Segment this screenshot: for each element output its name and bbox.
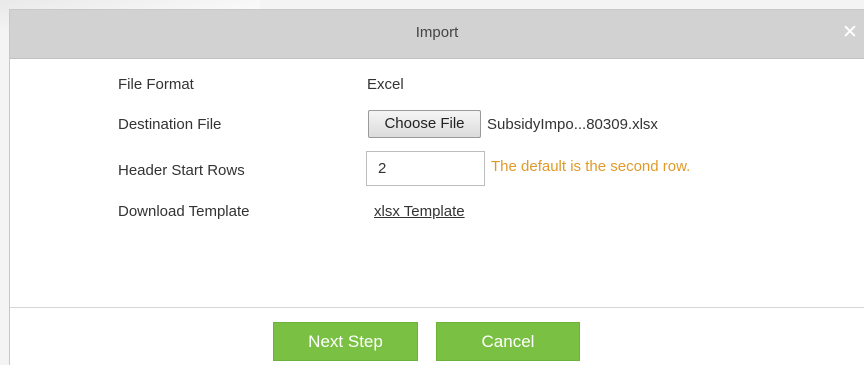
page: Import ✕ File Format Excel Destination F… xyxy=(0,0,864,365)
import-dialog: Import ✕ File Format Excel Destination F… xyxy=(9,9,864,365)
choose-file-button[interactable]: Choose File xyxy=(368,110,481,138)
selected-file-name: SubsidyImpo...80309.xlsx xyxy=(487,116,658,133)
footer-divider xyxy=(10,307,864,308)
header-start-rows-label: Header Start Rows xyxy=(118,162,245,179)
file-format-value: Excel xyxy=(367,76,404,93)
file-format-label: File Format xyxy=(118,76,194,93)
xlsx-template-link[interactable]: xlsx Template xyxy=(374,203,465,220)
download-template-label: Download Template xyxy=(118,203,250,220)
dialog-title: Import xyxy=(415,24,459,41)
dialog-titlebar: Import ✕ xyxy=(10,10,864,59)
next-step-button[interactable]: Next Step xyxy=(273,322,418,361)
close-icon[interactable]: ✕ xyxy=(840,23,860,43)
destination-file-label: Destination File xyxy=(118,116,222,133)
cancel-button[interactable]: Cancel xyxy=(436,322,580,361)
header-start-rows-hint: The default is the second row. xyxy=(491,158,691,175)
header-start-rows-input[interactable] xyxy=(366,151,485,186)
